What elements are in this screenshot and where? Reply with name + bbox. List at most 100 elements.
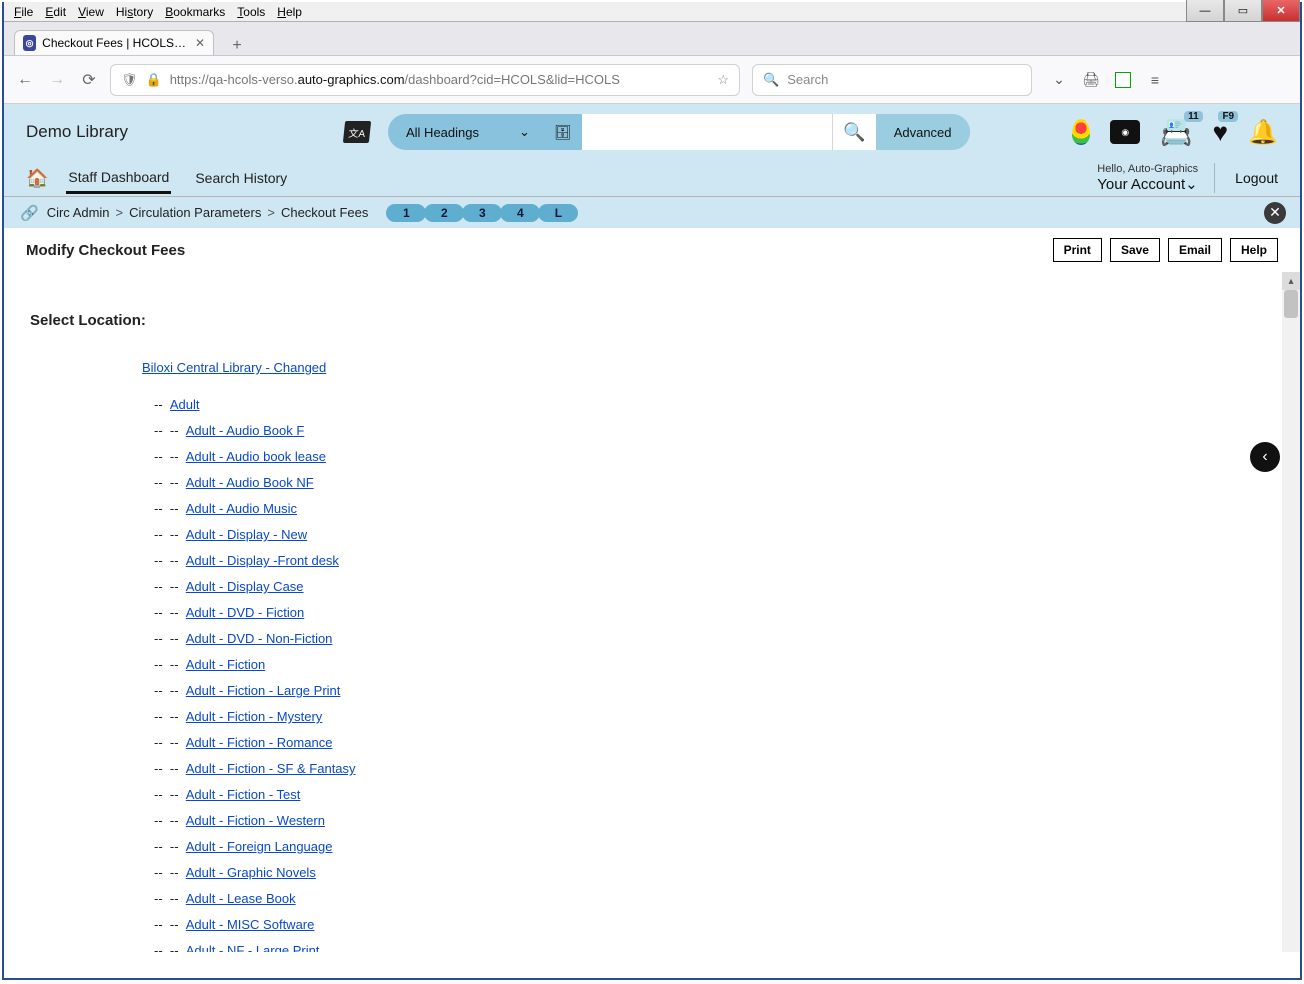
nav-search-history[interactable]: Search History: [193, 164, 289, 192]
forward-button[interactable]: →: [48, 71, 66, 89]
select-location-heading: Select Location:: [30, 312, 1278, 329]
location-link[interactable]: Adult - Graphic Novels: [186, 865, 316, 880]
pocket-icon[interactable]: ⌄: [1050, 71, 1068, 89]
hamburger-menu-icon[interactable]: ≡: [1146, 71, 1164, 89]
location-link[interactable]: Adult - Fiction - Romance: [186, 735, 333, 750]
step-l[interactable]: L: [538, 204, 578, 222]
logout-link[interactable]: Logout: [1235, 170, 1278, 186]
crumb-2[interactable]: Circulation Parameters: [129, 205, 261, 220]
location-level2: -- -- Adult - Graphic Novels: [154, 865, 1278, 880]
toolbar: ← → ⟳ 🛡 🔒 https://qa-hcols-verso.auto-gr…: [4, 56, 1300, 104]
location-link[interactable]: Adult - MISC Software: [186, 917, 315, 932]
close-window-button[interactable]: ✕: [1262, 0, 1300, 22]
reload-button[interactable]: ⟳: [80, 71, 98, 89]
email-button[interactable]: Email: [1168, 238, 1222, 262]
location-link[interactable]: Adult - Audio book lease: [186, 449, 326, 464]
maximize-button[interactable]: ▭: [1224, 0, 1262, 22]
catalog-search: All Headings ⌄ 🗄 🔍 Advanced: [388, 114, 970, 150]
page-title: Modify Checkout Fees: [26, 242, 185, 259]
location-link[interactable]: Adult - Display -Front desk: [186, 553, 339, 568]
favorites-badge: F9: [1218, 111, 1238, 122]
browser-search[interactable]: 🔍 Search: [752, 64, 1032, 96]
menu-file[interactable]: File: [8, 5, 39, 19]
bookmark-star-icon[interactable]: ☆: [717, 72, 729, 88]
scroll-up-icon[interactable]: ▴: [1282, 272, 1300, 290]
app-header: Demo Library 文A All Headings ⌄ 🗄 🔍 Advan…: [4, 104, 1300, 156]
location-link[interactable]: Adult - Lease Book: [186, 891, 296, 906]
back-button[interactable]: ←: [16, 71, 34, 89]
database-icon[interactable]: 🗄: [554, 124, 572, 141]
camera-search-icon[interactable]: ◉: [1110, 120, 1140, 144]
nav-staff-dashboard[interactable]: Staff Dashboard: [66, 163, 171, 194]
location-link[interactable]: Adult - DVD - Fiction: [186, 605, 304, 620]
location-link[interactable]: Adult - Fiction - Western: [186, 813, 325, 828]
save-button[interactable]: Save: [1110, 238, 1160, 262]
location-link[interactable]: Adult - Fiction - Test: [186, 787, 301, 802]
location-level2: -- -- Adult - Lease Book: [154, 891, 1278, 906]
location-link[interactable]: Adult - Audio Music: [186, 501, 297, 516]
location-level2: -- -- Adult - Fiction - Large Print: [154, 683, 1278, 698]
menu-tools[interactable]: Tools: [231, 5, 271, 19]
heading-filter-select[interactable]: All Headings ⌄: [388, 124, 544, 140]
notifications-icon[interactable]: 🔔: [1248, 118, 1278, 147]
step-1[interactable]: 1: [386, 204, 426, 222]
location-link[interactable]: Adult - Foreign Language: [186, 839, 333, 854]
heading-filter-label: All Headings: [406, 125, 479, 140]
tab-close-icon[interactable]: ✕: [195, 36, 205, 50]
crumb-1[interactable]: Circ Admin: [47, 205, 110, 220]
new-tab-button[interactable]: +: [228, 37, 246, 55]
account-menu[interactable]: Hello, Auto-Graphics Your Account⌄: [1097, 163, 1215, 193]
crumb-3[interactable]: Checkout Fees: [281, 205, 368, 220]
location-level2: -- -- Adult - Foreign Language: [154, 839, 1278, 854]
location-level2: -- -- Adult - NF - Large Print: [154, 943, 1278, 952]
balloon-icon[interactable]: [1072, 119, 1090, 145]
location-link[interactable]: Adult - Display - New: [186, 527, 307, 542]
menu-history[interactable]: History: [110, 5, 159, 19]
url-bar[interactable]: 🛡 🔒 https://qa-hcols-verso.auto-graphics…: [110, 64, 740, 96]
location-root-link[interactable]: Biloxi Central Library - Changed: [142, 360, 326, 375]
scroll-thumb[interactable]: [1284, 290, 1298, 318]
lock-icon: 🔒: [146, 72, 162, 88]
browser-tab[interactable]: ◎ Checkout Fees | HCOLS | hcols | ✕: [14, 30, 214, 55]
location-link[interactable]: Adult - Fiction: [186, 657, 265, 672]
catalog-search-button[interactable]: 🔍: [832, 114, 876, 150]
advanced-search-button[interactable]: Advanced: [876, 114, 970, 150]
tab-title: Checkout Fees | HCOLS | hcols |: [42, 36, 187, 50]
chevron-down-icon: ⌄: [519, 124, 530, 140]
location-level2: -- -- Adult - Fiction - Mystery: [154, 709, 1278, 724]
extension-icon[interactable]: [1114, 71, 1132, 89]
location-level2: -- -- Adult - Audio Book NF: [154, 475, 1278, 490]
location-link[interactable]: Adult: [170, 397, 200, 412]
menu-help[interactable]: Help: [271, 5, 308, 19]
step-4[interactable]: 4: [500, 204, 540, 222]
print-button[interactable]: Print: [1053, 238, 1102, 262]
language-icon[interactable]: 文A: [343, 121, 371, 143]
menu-edit[interactable]: Edit: [39, 5, 72, 19]
print-icon[interactable]: 🖨: [1082, 71, 1100, 89]
location-link[interactable]: Adult - Fiction - SF & Fantasy: [186, 761, 356, 776]
side-expand-button[interactable]: ‹: [1250, 442, 1280, 472]
location-link[interactable]: Adult - Fiction - Large Print: [186, 683, 341, 698]
app-subnav: 🏠 Staff Dashboard Search History Hello, …: [4, 156, 1300, 196]
step-2[interactable]: 2: [424, 204, 464, 222]
shield-icon: 🛡: [121, 72, 138, 88]
location-link[interactable]: Adult - Fiction - Mystery: [186, 709, 323, 724]
step-3[interactable]: 3: [462, 204, 502, 222]
favorites-icon[interactable]: ♥F9: [1213, 117, 1228, 148]
close-panel-button[interactable]: ✕: [1264, 202, 1286, 224]
help-button[interactable]: Help: [1230, 238, 1278, 262]
location-link[interactable]: Adult - DVD - Non-Fiction: [186, 631, 333, 646]
location-link[interactable]: Adult - Audio Book F: [186, 423, 305, 438]
menu-bookmarks[interactable]: Bookmarks: [159, 5, 231, 19]
catalog-search-input[interactable]: [582, 114, 832, 150]
minimize-button[interactable]: —: [1186, 0, 1224, 22]
menu-view[interactable]: View: [72, 5, 110, 19]
scrollbar[interactable]: ▴: [1282, 272, 1300, 952]
location-link[interactable]: Adult - Audio Book NF: [186, 475, 314, 490]
list-icon[interactable]: 📇11: [1160, 117, 1192, 148]
location-link[interactable]: Adult - NF - Large Print: [186, 943, 320, 952]
location-link[interactable]: Adult - Display Case: [186, 579, 304, 594]
step-pills: 1 2 3 4 L: [388, 204, 578, 222]
home-icon[interactable]: 🏠: [26, 168, 48, 189]
location-level2: -- -- Adult - Audio Book F: [154, 423, 1278, 438]
